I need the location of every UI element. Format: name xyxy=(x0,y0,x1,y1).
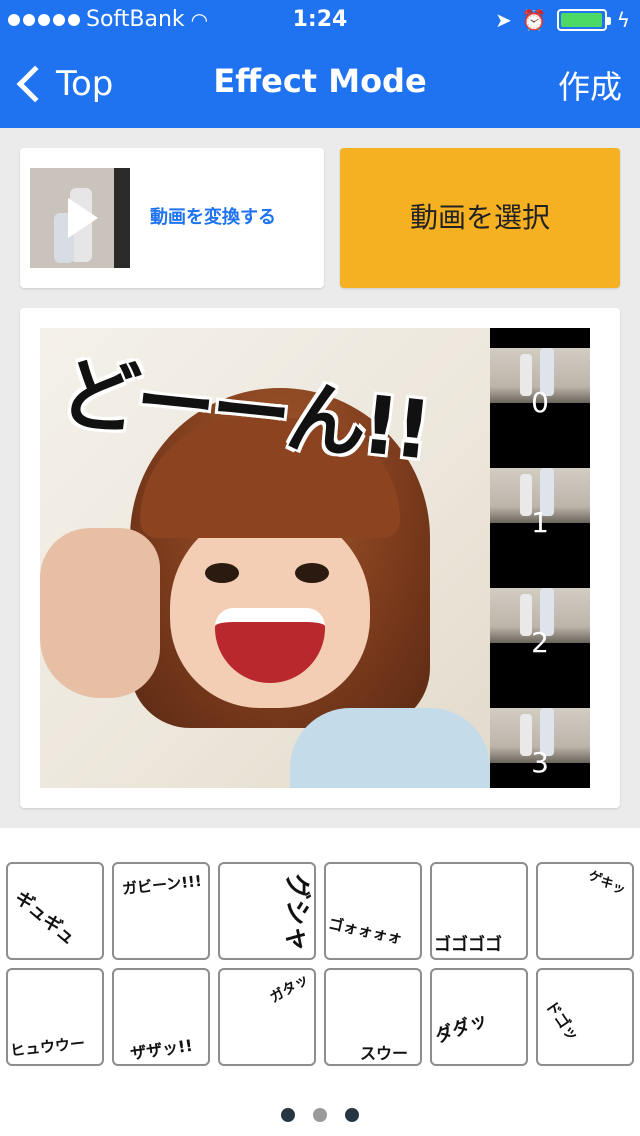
top-bar: SoftBank ◠ 1:24 ➤ ⏰ ϟ Top Effect Mode 作成 xyxy=(0,0,640,128)
effect-tile[interactable]: ゴゴゴゴ xyxy=(430,862,528,960)
preview-image: どーーん!! xyxy=(40,328,490,788)
effect-tile[interactable]: ガタッ xyxy=(218,968,316,1066)
effect-tile[interactable]: ゴォォォォ xyxy=(324,862,422,960)
battery-icon xyxy=(556,9,611,31)
effect-label: ゴォォォォ xyxy=(326,914,404,948)
create-button[interactable]: 作成 xyxy=(558,62,622,108)
play-icon xyxy=(68,198,98,238)
status-bar: SoftBank ◠ 1:24 ➤ ⏰ ϟ xyxy=(0,0,640,40)
charging-icon: ϟ xyxy=(616,8,630,32)
page-indicator[interactable] xyxy=(0,1108,640,1122)
effect-tile[interactable]: ゲキッ xyxy=(536,862,634,960)
effect-label: ガビーン!!! xyxy=(121,871,203,899)
video-thumbnail xyxy=(30,168,130,268)
effect-label: ドゴッ xyxy=(541,997,583,1045)
preview-card: どーーん!! 0 1 2 3 xyxy=(20,308,620,808)
effect-label: ダダッ xyxy=(432,1009,491,1048)
effect-tile[interactable]: ガビーン!!! xyxy=(112,862,210,960)
effect-label: スウー xyxy=(360,1044,409,1063)
frame-number: 1 xyxy=(531,506,549,539)
effect-label: ギュギュ xyxy=(10,886,80,950)
frame-thumbnail[interactable]: 1 xyxy=(490,448,590,563)
effect-picker: ギュギュ ガビーン!!! グシャ ゴォォォォ ゴゴゴゴ ゲキッ ヒュウウー ザザ… xyxy=(0,828,640,1136)
frame-strip: 0 1 2 3 xyxy=(490,328,590,788)
frame-number: 3 xyxy=(531,746,549,779)
frame-thumbnail[interactable]: 2 xyxy=(490,568,590,683)
convert-video-button[interactable]: 動画を変換する xyxy=(20,148,324,288)
page-dot[interactable] xyxy=(345,1108,359,1122)
effect-tile[interactable]: グシャ xyxy=(218,862,316,960)
effect-label: ゴゴゴゴ xyxy=(434,935,502,955)
effect-overlay-text[interactable]: どーーん!! xyxy=(55,328,484,481)
page-dot[interactable] xyxy=(281,1108,295,1122)
effect-tile[interactable]: ヒュウウー xyxy=(6,968,104,1066)
effect-label: ガタッ xyxy=(267,971,312,1007)
effect-label: ゲキッ xyxy=(585,868,628,899)
effect-tile[interactable]: ザザッ!! xyxy=(112,968,210,1066)
frame-thumbnail[interactable]: 3 xyxy=(490,688,590,803)
frame-number: 2 xyxy=(531,626,549,659)
frame-thumbnail[interactable]: 0 xyxy=(490,328,590,443)
effect-label: ザザッ!! xyxy=(129,1035,194,1064)
alarm-icon: ⏰ xyxy=(521,8,547,32)
select-video-button[interactable]: 動画を選択 xyxy=(340,148,620,288)
convert-video-label: 動画を変換する xyxy=(150,207,276,228)
effect-tile[interactable]: ドゴッ xyxy=(536,968,634,1066)
location-icon: ➤ xyxy=(495,8,512,32)
effect-tile[interactable]: スウー xyxy=(324,968,422,1066)
effect-label: グシャ xyxy=(281,873,312,952)
effect-tile[interactable]: ダダッ xyxy=(430,968,528,1066)
navigation-bar: Top Effect Mode 作成 xyxy=(0,40,640,128)
effect-label: ヒュウウー xyxy=(9,1034,86,1060)
effect-tile[interactable]: ギュギュ xyxy=(6,862,104,960)
page-dot-active[interactable] xyxy=(313,1108,327,1122)
page-title: Effect Mode xyxy=(213,62,427,100)
frame-number: 0 xyxy=(531,386,549,419)
